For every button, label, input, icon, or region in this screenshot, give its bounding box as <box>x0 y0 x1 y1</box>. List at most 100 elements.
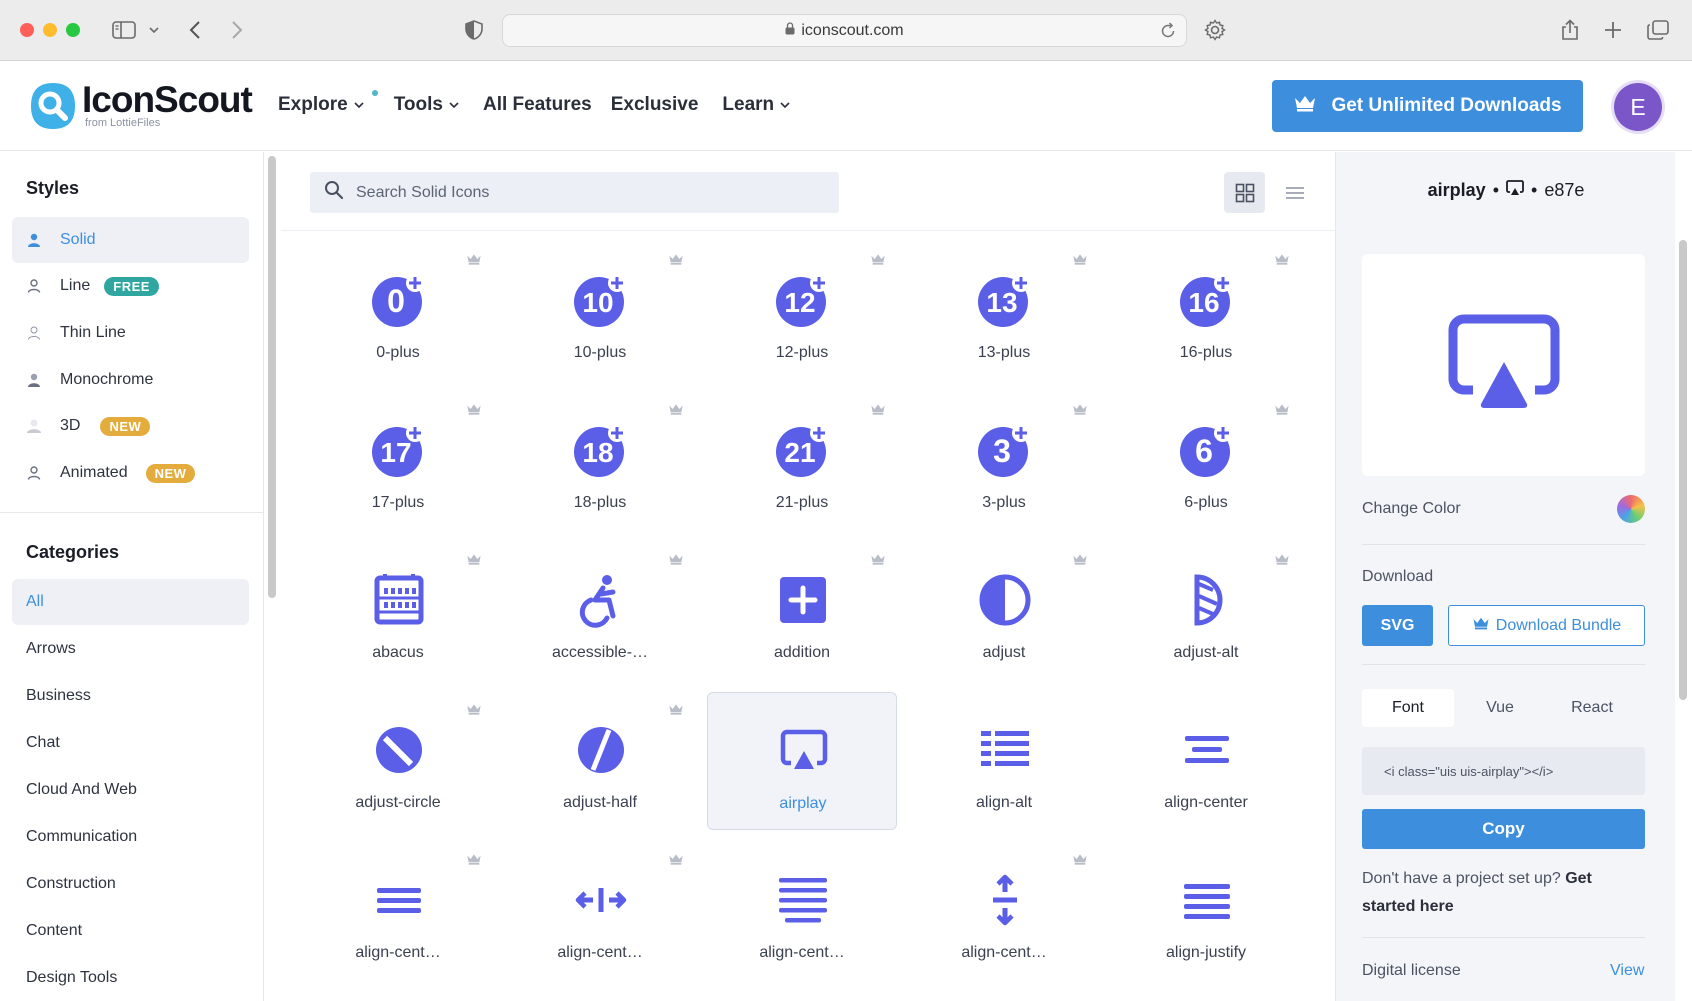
list-view-button[interactable] <box>1274 172 1315 213</box>
style-item-solid[interactable]: Solid <box>12 217 249 263</box>
view-license-link[interactable]: View <box>1610 962 1644 980</box>
nav-explore[interactable]: Explore <box>278 90 378 116</box>
main-nav: Explore Tools All Features Exclusive Lea… <box>278 90 814 116</box>
minimize-window-button[interactable] <box>43 23 57 37</box>
category-item[interactable]: Content <box>26 922 82 940</box>
airplay-icon <box>1448 314 1560 408</box>
url-text: iconscout.com <box>801 21 904 39</box>
get-unlimited-downloads-button[interactable]: Get Unlimited Downloads <box>1272 80 1583 132</box>
logo-wordmark: IconScout <box>82 79 253 120</box>
icon-tile[interactable]: align-cent… <box>707 842 897 980</box>
icon-tile[interactable]: align-alt <box>909 692 1099 830</box>
icon-tile[interactable]: 12 12-plus <box>707 242 897 380</box>
icon-tile[interactable]: 3 3-plus <box>909 392 1099 530</box>
download-svg-button[interactable]: SVG <box>1362 605 1433 646</box>
nav-tools[interactable]: Tools <box>394 94 459 116</box>
icon-label: 18-plus <box>573 494 627 511</box>
tab-vue[interactable]: Vue <box>1454 689 1546 727</box>
style-item-animated[interactable]: Animated NEW <box>12 450 249 496</box>
icon-tile[interactable]: airplay <box>707 692 897 830</box>
icon-tile[interactable]: accessible-… <box>505 542 695 680</box>
tab-react[interactable]: React <box>1546 689 1638 727</box>
category-item[interactable]: Communication <box>26 828 137 846</box>
iconscout-logo[interactable]: IconScout from LottieFiles <box>28 79 253 131</box>
category-item-all[interactable]: All <box>12 579 249 625</box>
icon-tile[interactable]: adjust-alt <box>1111 542 1301 680</box>
icon-results: 0 0-plus 10 10-plus 12 12-plus 13 13-plus 16 16-p… <box>281 152 1335 1001</box>
chevron-down-icon[interactable] <box>146 16 162 44</box>
icon-tile[interactable]: align-cent… <box>909 842 1099 980</box>
filter-sidebar: Styles Solid Line FREE Thin Line Monochr… <box>0 152 264 1001</box>
reload-icon[interactable] <box>1160 21 1176 44</box>
icon-tile[interactable]: adjust-half <box>505 692 695 830</box>
icon-label: 21-plus <box>775 494 829 511</box>
category-item[interactable]: Design Tools <box>26 969 117 987</box>
icon-tile[interactable]: addition <box>707 542 897 680</box>
icon-tile[interactable]: 16 16-plus <box>1111 242 1301 380</box>
sidebar-scrollbar[interactable] <box>268 156 276 598</box>
download-bundle-button[interactable]: Download Bundle <box>1448 605 1645 646</box>
icon-tile[interactable]: align-cent… <box>303 842 493 980</box>
nav-exclusive[interactable]: Exclusive <box>611 94 699 116</box>
icon-tile[interactable]: 6 6-plus <box>1111 392 1301 530</box>
category-item[interactable]: Arrows <box>26 640 76 658</box>
icon-label: 3-plus <box>982 494 1026 511</box>
close-window-button[interactable] <box>20 23 34 37</box>
icon-tile[interactable]: 13 13-plus <box>909 242 1099 380</box>
chevron-down-icon <box>449 98 459 112</box>
category-item[interactable]: Cloud And Web <box>26 781 137 799</box>
icon-tile[interactable]: 10 10-plus <box>505 242 695 380</box>
icon-tile[interactable]: 21 21-plus <box>707 392 897 530</box>
color-picker-button[interactable] <box>1617 495 1645 523</box>
premium-crown-icon <box>1072 252 1088 270</box>
new-tab-icon[interactable] <box>1601 16 1625 44</box>
style-item-line[interactable]: Line FREE <box>12 263 249 309</box>
share-icon[interactable] <box>1558 16 1582 44</box>
style-item-monochrome[interactable]: Monochrome <box>12 357 249 403</box>
icon-tile[interactable]: 18 18-plus <box>505 392 695 530</box>
icon-tile[interactable]: abacus <box>303 542 493 680</box>
search-bar[interactable] <box>310 172 839 213</box>
align-alt-icon <box>977 722 1033 778</box>
privacy-shield-icon[interactable] <box>462 16 486 44</box>
settings-gear-icon[interactable] <box>1202 16 1228 44</box>
icon-tile[interactable]: 17 17-plus <box>303 392 493 530</box>
category-item[interactable]: Business <box>26 687 91 705</box>
nav-learn[interactable]: Learn <box>722 94 790 116</box>
style-item-3d[interactable]: 3D NEW <box>12 403 249 449</box>
address-bar[interactable]: iconscout.com <box>502 14 1187 47</box>
tab-font[interactable]: Font <box>1362 689 1454 727</box>
premium-crown-icon <box>1072 552 1088 570</box>
user-avatar[interactable]: E <box>1614 83 1662 131</box>
zoom-window-button[interactable] <box>66 23 80 37</box>
category-item[interactable]: Construction <box>26 875 116 893</box>
icon-tile[interactable]: align-cent… <box>505 842 695 980</box>
new-badge: NEW <box>100 416 151 436</box>
categories-heading: Categories <box>26 542 120 562</box>
code-snippet[interactable]: <i class="uis uis-airplay"></i> <box>1362 747 1645 795</box>
detail-scrollbar[interactable] <box>1679 240 1687 700</box>
icon-label: 0-plus <box>376 344 420 361</box>
adjust-circle-icon <box>371 722 427 778</box>
sidebar-toggle-icon[interactable] <box>110 16 138 44</box>
premium-crown-icon <box>870 402 886 420</box>
premium-crown-icon <box>466 402 482 420</box>
addition-icon <box>775 572 831 628</box>
icon-tile[interactable]: align-center <box>1111 692 1301 830</box>
icon-tile[interactable]: align-justify <box>1111 842 1301 980</box>
category-item[interactable]: Chat <box>26 734 60 752</box>
search-input[interactable] <box>356 183 816 202</box>
back-icon[interactable] <box>184 16 206 44</box>
icon-tile[interactable]: adjust-circle <box>303 692 493 830</box>
align-center-alt-icon <box>371 872 427 928</box>
forward-icon[interactable] <box>226 16 248 44</box>
tab-overview-icon[interactable] <box>1645 16 1671 44</box>
style-item-thin-line[interactable]: Thin Line <box>12 310 249 356</box>
nav-all-features[interactable]: All Features <box>483 94 592 116</box>
icon-tile[interactable]: adjust <box>909 542 1099 680</box>
grid-view-button[interactable] <box>1224 172 1265 213</box>
copy-button[interactable]: Copy <box>1362 809 1645 849</box>
icon-tile[interactable]: 0 0-plus <box>303 242 493 380</box>
separator-dot: • <box>1492 180 1499 200</box>
premium-crown-icon <box>466 852 482 870</box>
